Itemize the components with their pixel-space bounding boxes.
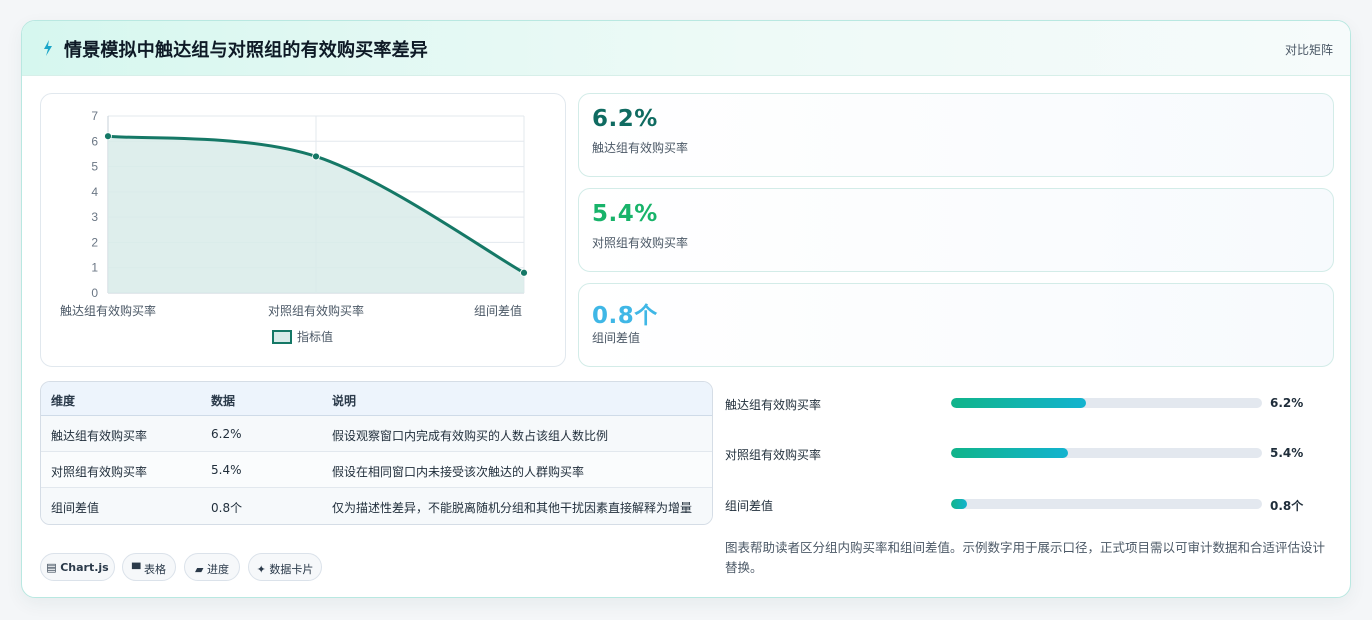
stat-card-control: 5.4% 对照组有效购买率 (578, 188, 1334, 272)
legend-swatch (272, 330, 292, 344)
badge-progress[interactable]: ▰ 进度 (184, 553, 240, 581)
y-tick-label: 3 (91, 210, 98, 224)
column-header: 说明 (332, 394, 357, 408)
column-header: 数据 (211, 394, 236, 408)
progress-row-difference: 组间差值 0.8个 (725, 495, 1325, 515)
progress-fill (951, 448, 1068, 458)
header-tag: 对比矩阵 (1284, 43, 1333, 57)
y-tick-label: 5 (91, 160, 98, 174)
badge-table[interactable]: ▀ 表格 (122, 553, 176, 581)
table-row: 触达组有效购买率 6.2% 假设观察窗口内完成有效购买的人数占该组人数比例 (41, 416, 712, 452)
progress-track (951, 448, 1262, 458)
progress-value: 5.4% (1270, 446, 1304, 460)
table-row: 对照组有效购买率 5.4% 假设在相同窗口内未接受该次触达的人群购买率 (41, 452, 712, 488)
table-icon: ▀ (132, 563, 141, 576)
progress-value: 0.8个 (1270, 499, 1304, 513)
table-cell: 假设观察窗口内完成有效购买的人数占该组人数比例 (332, 429, 609, 443)
legend-label: 指标值 (297, 329, 333, 344)
progress-fill (951, 398, 1086, 408)
table-cell: 6.2% (211, 427, 242, 441)
progress-label: 触达组有效购买率 (725, 398, 822, 412)
progress-row-treatment: 触达组有效购买率 6.2% (725, 394, 1325, 414)
progress-fill (951, 499, 967, 509)
badge-label: 数据卡片 (269, 563, 314, 576)
line-chart: 0 1 2 3 4 5 6 7 触达组有效购买率 对照组有效购买率 组间差值指标值 (60, 109, 528, 344)
x-tick-label: 组间差值 (474, 303, 522, 318)
data-table: 维度 数据 说明 触达组有效购买率 6.2% 假设观察窗口内完成有效购买的人数占… (40, 381, 713, 525)
table-cell: 假设在相同窗口内未接受该次触达的人群购买率 (332, 465, 585, 479)
data-point (312, 152, 320, 161)
progress-row-control: 对照组有效购买率 5.4% (725, 444, 1325, 464)
page-title: 情景模拟中触达组与对照组的有效购买率差异 (64, 40, 428, 61)
y-tick-label: 4 (91, 185, 98, 199)
progress-label: 对照组有效购买率 (725, 448, 822, 462)
y-tick-label: 6 (91, 134, 98, 148)
column-header: 维度 (51, 394, 76, 408)
progress-track (951, 499, 1262, 509)
table-cell: 对照组有效购买率 (51, 465, 148, 479)
x-tick-label: 触达组有效购买率 (60, 303, 156, 318)
table-cell: 触达组有效购买率 (51, 429, 148, 443)
y-tick-label: 0 (91, 286, 98, 300)
data-point (520, 268, 528, 277)
progress-label: 组间差值 (725, 499, 774, 513)
line-chart-panel: 0 1 2 3 4 5 6 7 触达组有效购买率 对照组有效购买率 组间差值指标值 (40, 93, 566, 367)
table-cell: 0.8个 (211, 501, 243, 515)
sparkle-icon: ✦ (256, 563, 266, 576)
y-tick-label: 2 (91, 235, 98, 249)
data-point (104, 132, 112, 141)
card-header: 情景模拟中触达组与对照组的有效购买率差异 对比矩阵 (22, 21, 1350, 76)
progress-value: 6.2% (1270, 396, 1304, 410)
comparison-card: 情景模拟中触达组与对照组的有效购买率差异 对比矩阵 0 1 2 3 4 5 6 7 触达组有效购… (21, 20, 1351, 598)
progress-icon: ▰ (195, 563, 204, 576)
badge-data-card[interactable]: ✦ 数据卡片 (248, 553, 322, 581)
progress-track (951, 398, 1262, 408)
stat-value: 0.8个 (592, 303, 658, 329)
stat-value: 6.2% (592, 106, 658, 132)
table-row: 组间差值 0.8个 仅为描述性差异，不能脱离随机分组和其他干扰因素直接解释为增量 (41, 488, 712, 524)
stat-card-treatment: 6.2% 触达组有效购买率 (578, 93, 1334, 177)
badge-label: 表格 (143, 563, 166, 576)
badge-label: Chart.js (60, 561, 109, 574)
stat-label: 触达组有效购买率 (592, 141, 689, 155)
table-header-row: 维度 数据 说明 (41, 382, 712, 416)
chart-icon: ▤ (46, 561, 57, 574)
stat-label: 组间差值 (592, 331, 641, 345)
badge-chartjs[interactable]: ▤ Chart.js (40, 553, 115, 581)
stat-value: 5.4% (592, 201, 658, 227)
x-tick-label: 对照组有效购买率 (268, 303, 364, 318)
lightning-icon (44, 40, 52, 56)
chart-note: 图表帮助读者区分组内购买率和组间差值。示例数字用于展示口径，正式项目需以可审计数… (725, 540, 1326, 575)
table-cell: 5.4% (211, 463, 242, 477)
table-cell: 组间差值 (51, 501, 100, 515)
y-tick-label: 1 (91, 261, 98, 275)
badge-label: 进度 (206, 563, 229, 576)
stat-label: 对照组有效购买率 (592, 236, 689, 250)
y-tick-label: 7 (91, 109, 98, 123)
table-cell: 仅为描述性差异，不能脱离随机分组和其他干扰因素直接解释为增量 (332, 501, 693, 515)
stat-card-difference: 0.8个 组间差值 (578, 283, 1334, 367)
